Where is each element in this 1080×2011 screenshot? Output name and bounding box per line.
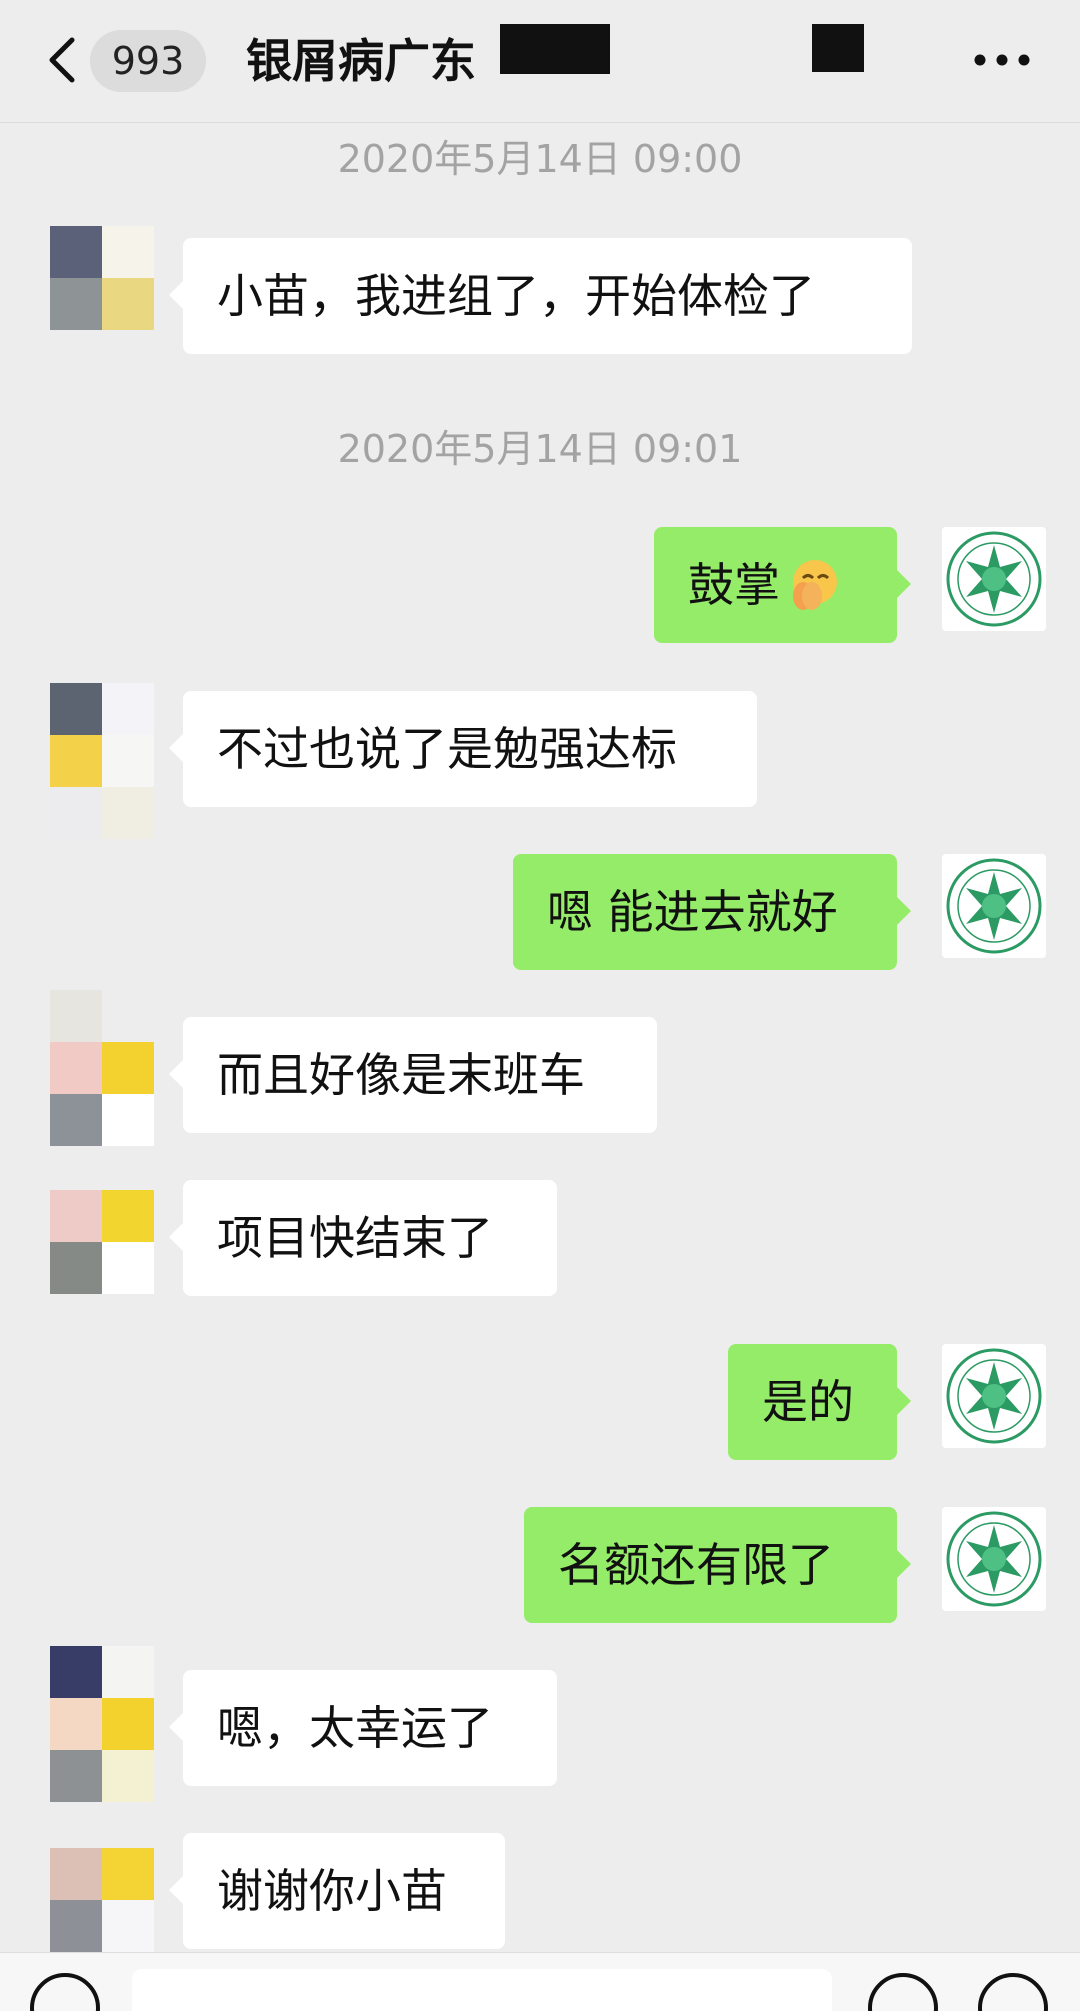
message-input[interactable] <box>132 1969 832 2011</box>
emoji-icon[interactable] <box>868 1973 938 2011</box>
plus-icon[interactable] <box>978 1973 1048 2011</box>
message-bubble-incoming[interactable]: 而且好像是末班车 <box>169 1017 657 1133</box>
message-text: 项目快结束了 <box>217 1211 493 1265</box>
message-text: 嗯，太幸运了 <box>217 1701 493 1755</box>
message-text: 而且好像是末班车 <box>217 1048 585 1102</box>
message-text: 是的 <box>762 1375 854 1429</box>
message-text: 小苗，我进组了，开始体检了 <box>217 269 815 323</box>
more-horizontal-icon[interactable] <box>972 50 1032 70</box>
unread-count-badge[interactable]: 993 <box>90 30 206 92</box>
message-text: 名额还有限了 <box>558 1538 834 1592</box>
message-text: 不过也说了是勉强达标 <box>217 722 677 776</box>
contact-avatar[interactable] <box>50 1646 154 1802</box>
message-bubble-incoming[interactable]: 嗯，太幸运了 <box>169 1670 557 1786</box>
message-bubble-incoming[interactable]: 谢谢你小苗 <box>169 1833 505 1949</box>
message-bubble-outgoing[interactable]: 嗯 能进去就好 <box>513 854 911 970</box>
message-text: 鼓掌 <box>688 558 780 612</box>
chat-title: 银屑病广东 <box>246 34 476 88</box>
chat-timestamp: 2020年5月14日 09:00 <box>337 137 743 181</box>
message-bubble-outgoing[interactable]: 鼓掌 <box>654 527 911 643</box>
message-bubble-incoming[interactable]: 不过也说了是勉强达标 <box>169 691 757 807</box>
contact-avatar[interactable] <box>50 683 154 839</box>
green-seal-logo-icon <box>946 531 1042 627</box>
chat-header: 993 银屑病广东 <box>0 0 1080 123</box>
my-avatar[interactable] <box>942 527 1046 631</box>
avatar-mosaic-strip <box>50 278 154 330</box>
message-bubble-outgoing[interactable]: 是的 <box>728 1344 911 1460</box>
contact-avatar[interactable] <box>50 1190 154 1294</box>
my-avatar[interactable] <box>942 1344 1046 1448</box>
message-bubble-incoming[interactable]: 项目快结束了 <box>169 1180 557 1296</box>
contact-avatar[interactable] <box>50 990 154 1146</box>
contact-avatar[interactable] <box>50 1848 154 1952</box>
message-bubble-incoming[interactable]: 小苗，我进组了，开始体检了 <box>169 238 912 354</box>
my-avatar[interactable] <box>942 1507 1046 1611</box>
green-seal-logo-icon <box>946 1511 1042 1607</box>
my-avatar[interactable] <box>942 854 1046 958</box>
hands-together-emoji-icon <box>793 559 837 610</box>
message-text: 谢谢你小苗 <box>217 1864 447 1918</box>
green-seal-logo-icon <box>946 858 1042 954</box>
voice-icon[interactable] <box>30 1973 100 2011</box>
chevron-left-icon[interactable] <box>42 36 84 84</box>
redaction-block <box>812 24 864 72</box>
message-text: 嗯 能进去就好 <box>547 885 838 939</box>
green-seal-logo-icon <box>946 1348 1042 1444</box>
chat-timestamp: 2020年5月14日 09:01 <box>337 427 743 471</box>
message-bubble-outgoing[interactable]: 名额还有限了 <box>524 1507 911 1623</box>
message-input-bar <box>0 1952 1080 2011</box>
redaction-block <box>500 24 610 74</box>
